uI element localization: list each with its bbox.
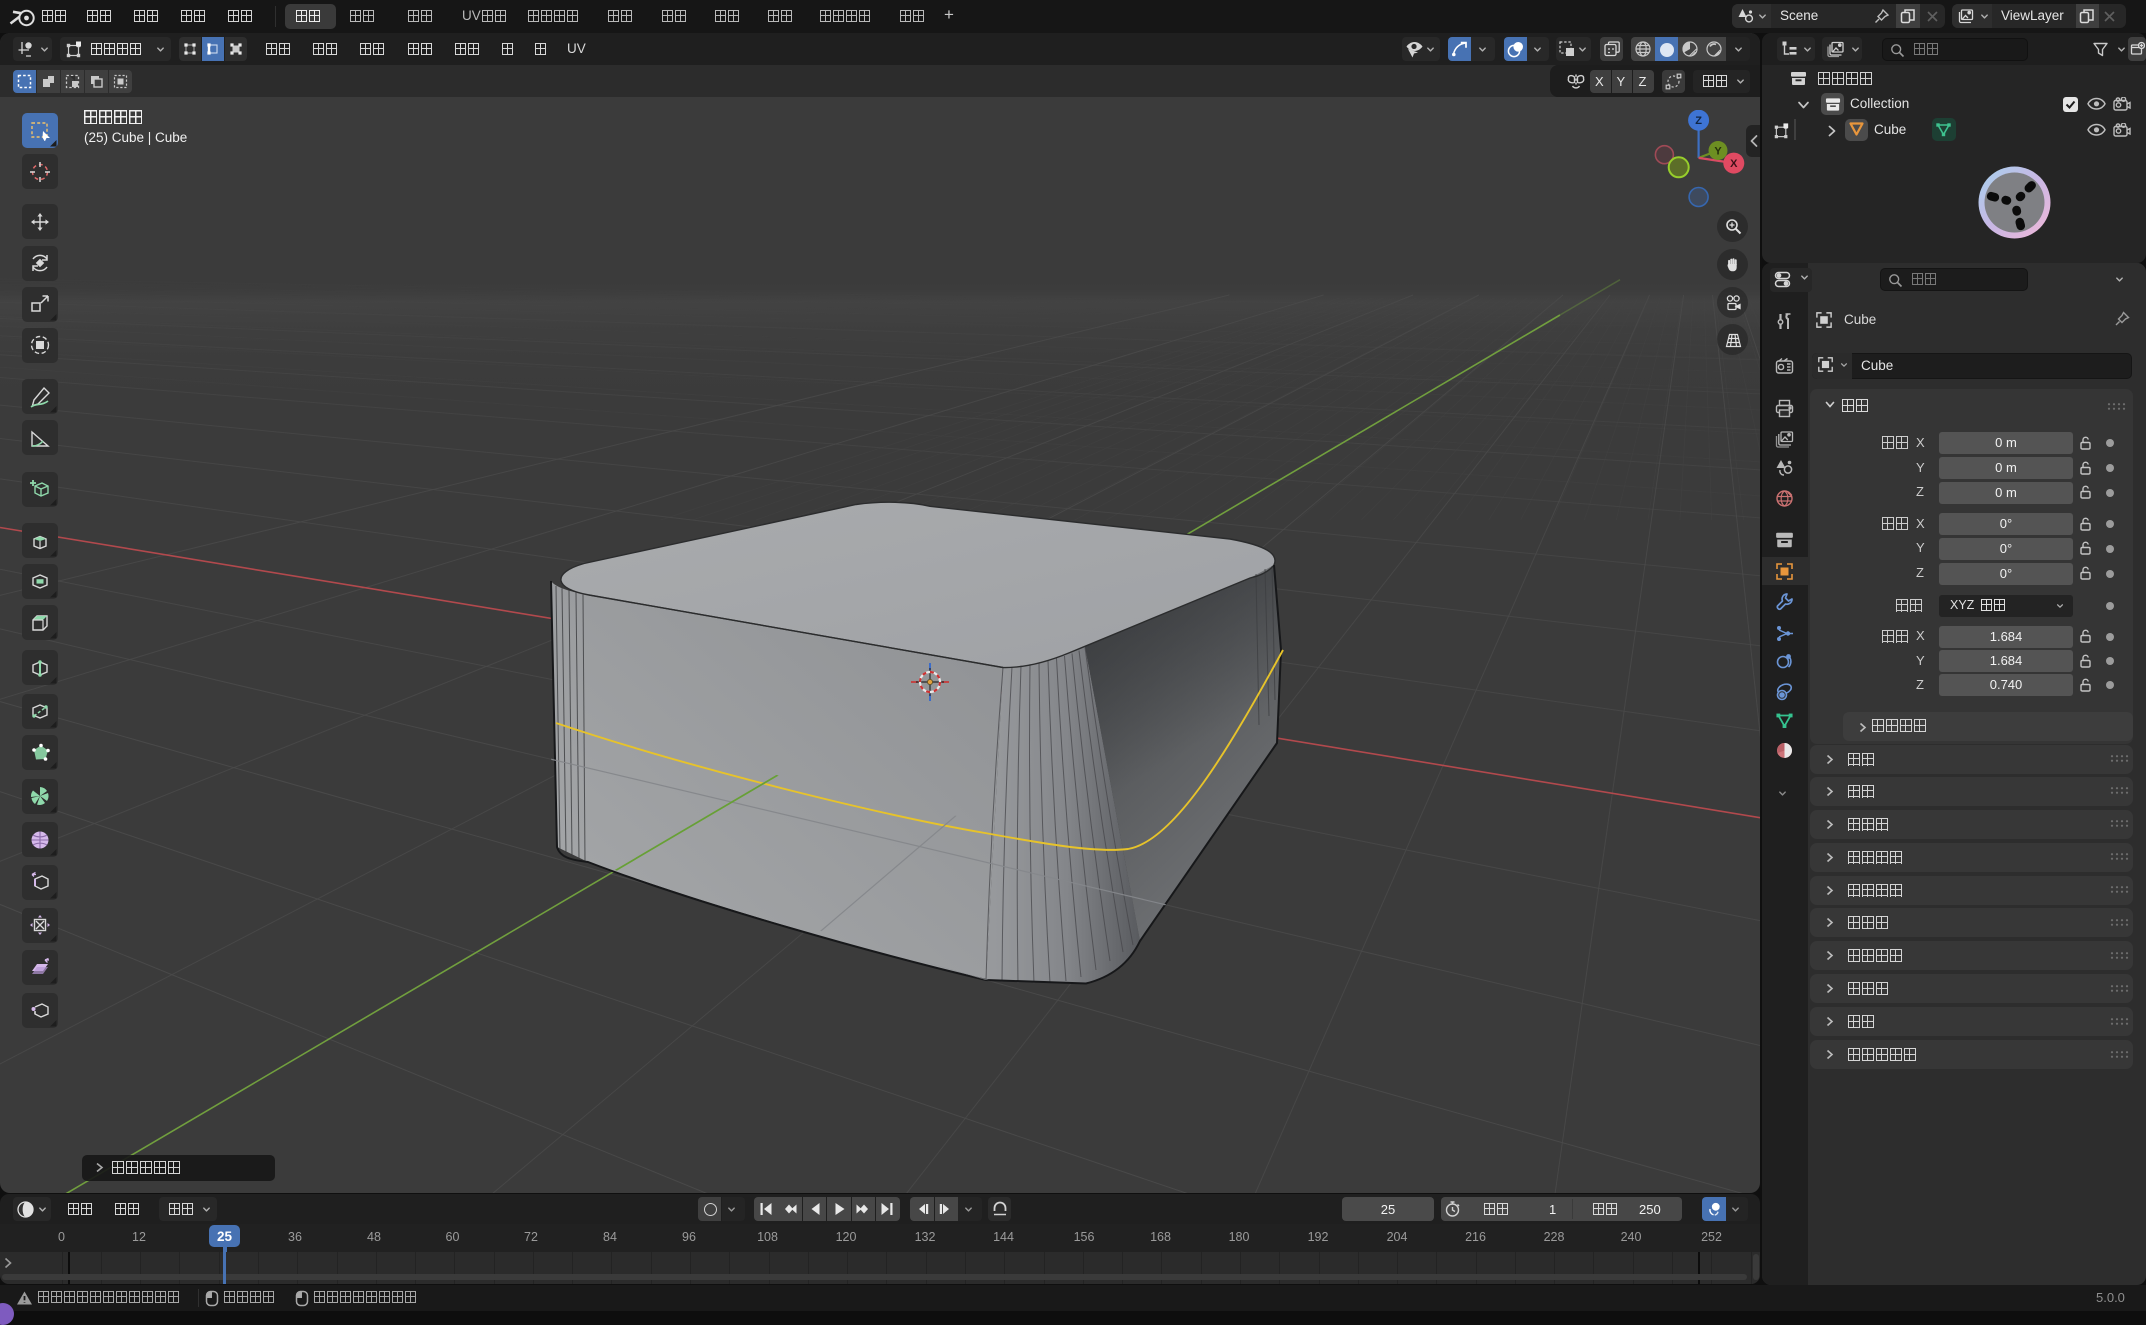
svg-text:X: X — [1730, 158, 1738, 170]
svg-text:Y: Y — [1714, 146, 1722, 158]
svg-text:Z: Z — [1695, 115, 1702, 127]
